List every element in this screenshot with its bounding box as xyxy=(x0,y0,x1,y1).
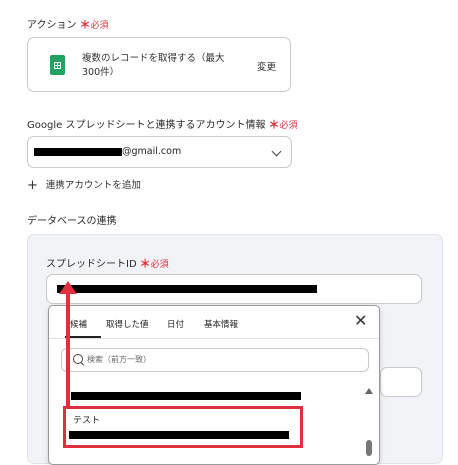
secondary-input[interactable] xyxy=(380,367,422,397)
redacted-email xyxy=(34,148,122,156)
annotation-arrow-head xyxy=(59,281,77,294)
add-account-button[interactable]: + 連携アカウントを追加 xyxy=(27,177,141,193)
tab-date[interactable]: 日付 xyxy=(167,318,184,330)
tab-basic-info[interactable]: 基本情報 xyxy=(204,318,238,330)
chevron-down-icon xyxy=(271,146,282,157)
google-sheets-icon xyxy=(50,55,65,75)
plus-icon: + xyxy=(27,178,38,193)
close-icon[interactable]: ✕ xyxy=(354,312,367,330)
annotation-highlight-box xyxy=(63,406,303,448)
search-icon xyxy=(73,354,83,364)
sheet-id-label-text: スプレッドシートID xyxy=(46,259,137,270)
tabs-divider xyxy=(49,338,379,339)
action-card[interactable]: 複数のレコードを取得する（最大300件） 変更 xyxy=(27,37,291,92)
action-label-text: アクション xyxy=(27,20,77,31)
search-placeholder: 検索（前方一致） xyxy=(87,355,151,364)
sheet-id-input[interactable] xyxy=(46,274,422,304)
account-label-text: Google スプレッドシートと連携するアカウント情報 xyxy=(27,120,266,131)
scrollbar-thumb[interactable] xyxy=(366,440,372,456)
action-name: 複数のレコードを取得する（最大300件） xyxy=(82,53,225,78)
sheet-id-field-label: スプレッドシートID ＊必須 xyxy=(46,255,169,271)
redacted-sheet-id xyxy=(57,285,317,293)
active-tab-indicator xyxy=(65,336,101,338)
account-field-label: Google スプレッドシートと連携するアカウント情報 ＊必須 xyxy=(27,116,297,132)
search-input[interactable]: 検索（前方一致） xyxy=(61,348,369,372)
action-field-label: アクション ＊必須 xyxy=(27,16,109,32)
redacted-option[interactable] xyxy=(71,392,301,400)
required-badge: ＊必須 xyxy=(79,18,109,31)
account-select[interactable]: @gmail.com xyxy=(27,136,292,168)
database-section-title: データベースの連携 xyxy=(27,216,117,227)
required-badge: ＊必須 xyxy=(268,118,298,131)
add-account-label: 連携アカウントを追加 xyxy=(45,180,141,191)
change-action-button[interactable]: 変更 xyxy=(257,59,276,73)
tab-fetched-values[interactable]: 取得した値 xyxy=(106,318,149,330)
tab-candidates[interactable]: 候補 xyxy=(70,318,87,330)
scroll-up-icon[interactable] xyxy=(365,388,373,394)
required-badge: ＊必須 xyxy=(139,257,169,270)
email-suffix: @gmail.com xyxy=(122,146,182,157)
annotation-arrow xyxy=(66,288,70,406)
